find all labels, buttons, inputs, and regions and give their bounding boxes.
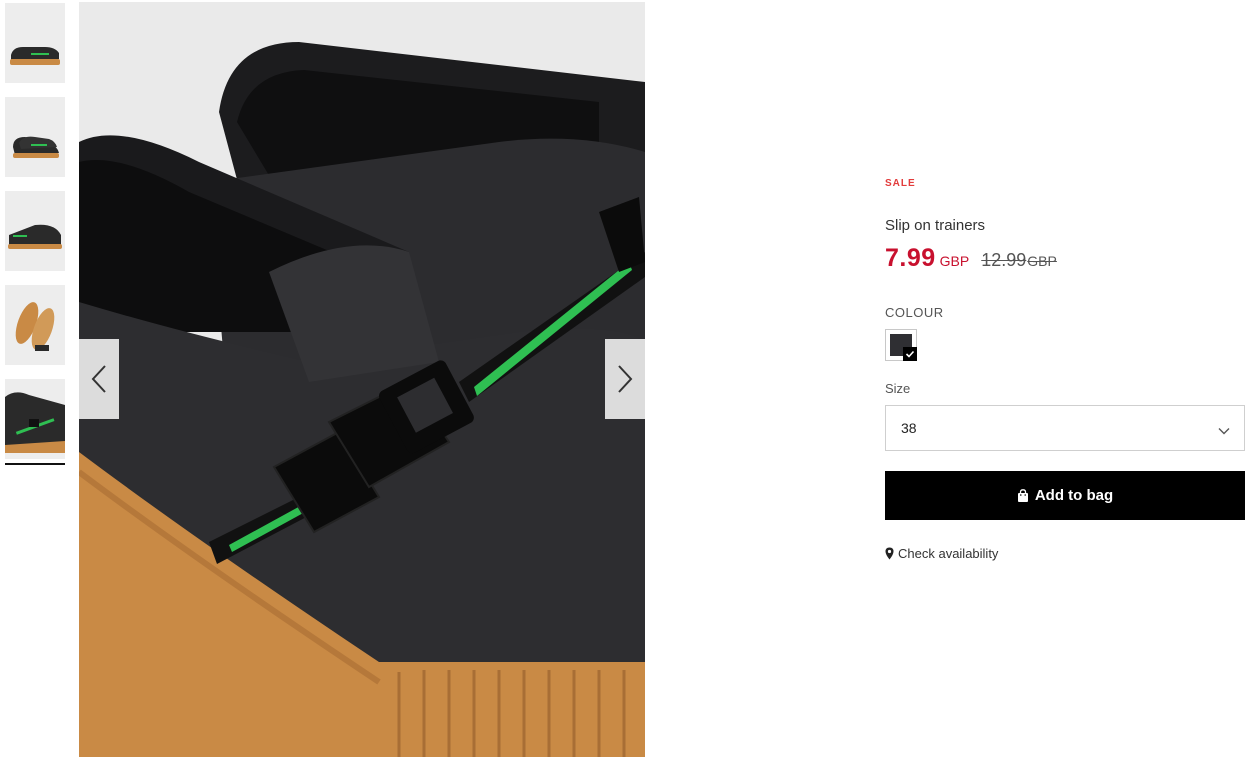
checkmark-icon <box>903 347 917 361</box>
size-select[interactable]: 38 <box>885 405 1245 451</box>
size-select-value: 38 <box>901 420 917 436</box>
chevron-down-icon <box>1218 422 1230 440</box>
current-price: 7.99 <box>885 244 936 272</box>
shoe-photo <box>79 2 645 757</box>
colour-label: COLOUR <box>885 305 944 320</box>
colour-swatch-selected[interactable] <box>885 329 917 361</box>
add-to-bag-button[interactable]: Add to bag <box>885 471 1245 520</box>
shoe-thumbnail-image <box>5 3 65 83</box>
map-pin-icon <box>885 547 894 560</box>
previous-image-button[interactable] <box>79 339 119 419</box>
chevron-right-icon <box>618 365 633 393</box>
thumbnail-5[interactable] <box>5 379 65 465</box>
shopping-bag-icon <box>1017 489 1029 502</box>
price-row: 7.99 GBP 12.99GBP <box>885 244 1057 273</box>
current-price-currency: GBP <box>939 253 970 269</box>
add-to-bag-label: Add to bag <box>1034 487 1114 504</box>
sale-badge: SALE <box>885 178 916 189</box>
shoe-thumbnail-image <box>5 379 65 453</box>
chevron-left-icon <box>91 365 106 393</box>
shoe-thumbnail-image <box>5 191 65 271</box>
thumbnail-3[interactable] <box>5 191 65 271</box>
shoe-thumbnail-image <box>5 285 65 365</box>
original-price: 12.99 <box>981 250 1027 270</box>
next-image-button[interactable] <box>605 339 645 419</box>
main-product-image <box>79 2 645 757</box>
thumbnail-list <box>5 3 65 473</box>
thumbnail-1[interactable] <box>5 3 65 83</box>
thumbnail-2[interactable] <box>5 97 65 177</box>
product-title: Slip on trainers <box>885 217 986 234</box>
check-availability-link[interactable]: Check availability <box>885 546 998 561</box>
shoe-thumbnail-image <box>5 97 65 177</box>
original-price-currency: GBP <box>1027 253 1057 269</box>
size-label: Size <box>885 381 911 396</box>
check-availability-label: Check availability <box>898 546 999 561</box>
thumbnail-4[interactable] <box>5 285 65 365</box>
